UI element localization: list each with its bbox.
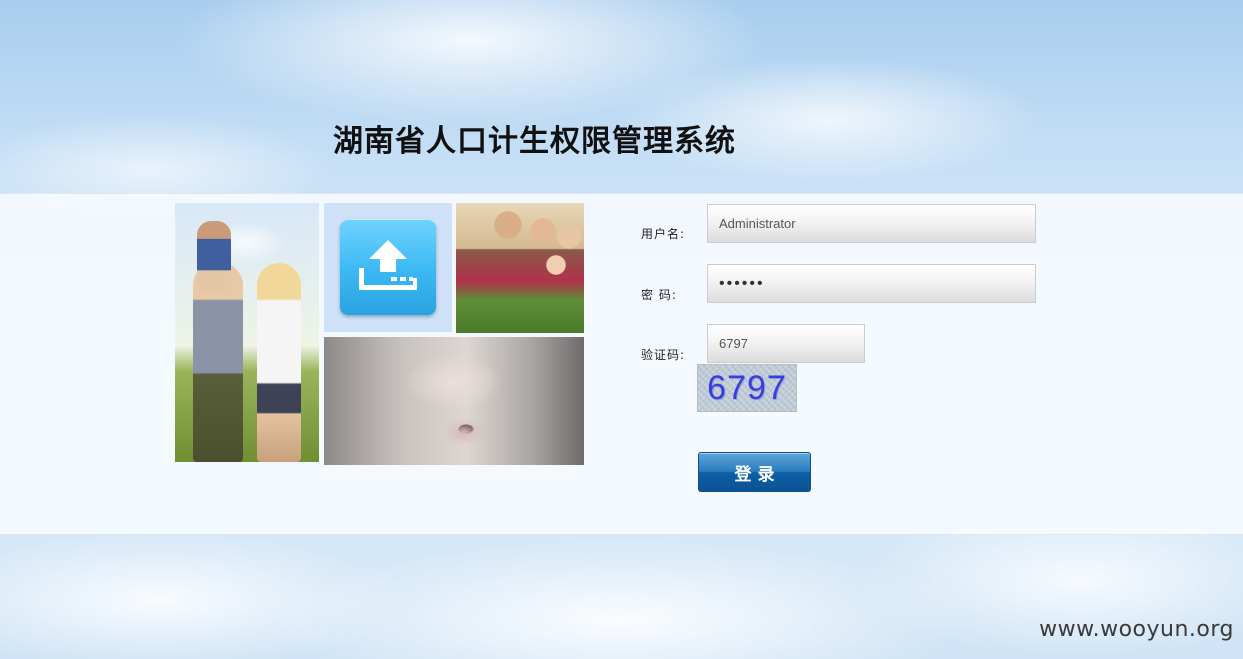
- mother-figure: [257, 263, 301, 462]
- father-figure: [193, 263, 243, 462]
- upload-icon: [340, 219, 436, 315]
- watermark: www.wooyun.org: [1039, 617, 1234, 642]
- upload-tile: [324, 203, 452, 332]
- page-title: 湖南省人口计生权限管理系统: [333, 124, 736, 159]
- username-label: 用户名:: [641, 227, 686, 241]
- username-input[interactable]: [707, 204, 1036, 243]
- login-button[interactable]: 登录: [698, 452, 811, 492]
- family-photo: [175, 203, 319, 462]
- upload-arrow-icon: [359, 240, 417, 290]
- baby-photo: [324, 337, 584, 465]
- password-input[interactable]: [707, 264, 1036, 303]
- captcha-label: 验证码:: [641, 348, 686, 362]
- captcha-input[interactable]: [707, 324, 865, 363]
- captcha-image-text: 6797: [707, 368, 787, 407]
- captcha-image[interactable]: 6797: [697, 364, 797, 412]
- child-figure: [197, 221, 231, 291]
- elders-photo: [456, 203, 584, 333]
- password-label: 密 码:: [641, 288, 677, 302]
- header-band: 湖南省人口计生权限管理系统: [0, 0, 1243, 193]
